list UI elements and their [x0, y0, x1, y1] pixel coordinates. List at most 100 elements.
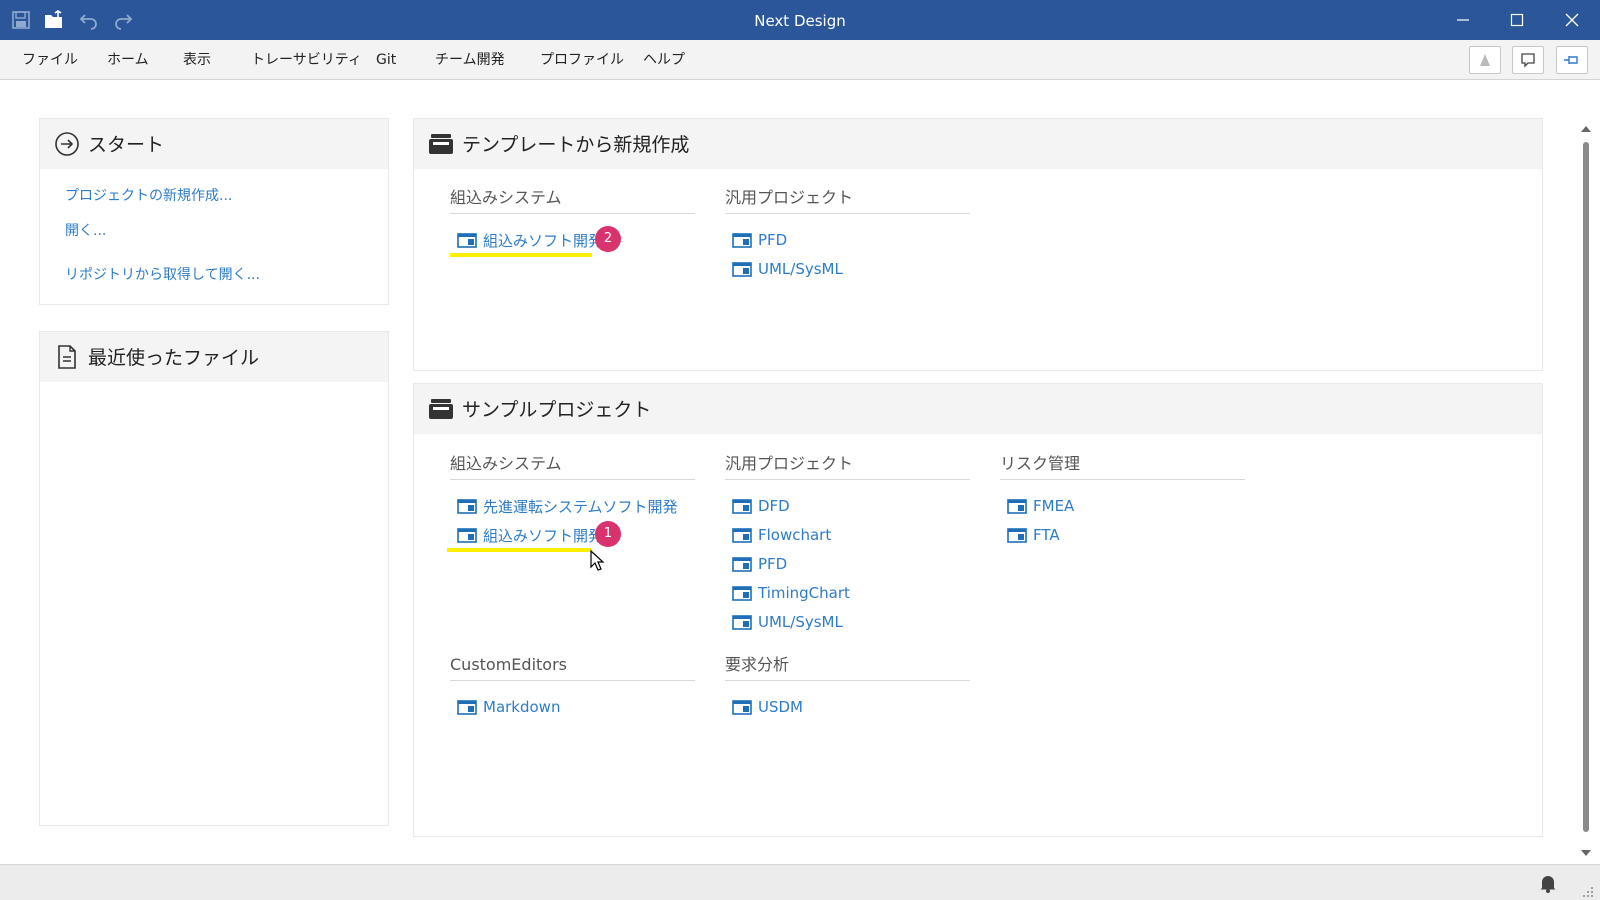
- document-icon: [54, 344, 80, 370]
- sample-usdm-label: USDM: [758, 698, 803, 716]
- sample-timingchart-link[interactable]: TimingChart: [732, 582, 850, 604]
- sample-fmea-label: FMEA: [1033, 497, 1075, 515]
- template-embedded-software-label: 組込みソフト開発: [483, 231, 604, 250]
- highlight-underline: [447, 548, 592, 552]
- highlight-underline: [450, 253, 592, 257]
- scroll-down-arrow-icon[interactable]: [1581, 850, 1591, 856]
- project-icon: [457, 498, 477, 514]
- menu-git[interactable]: Git: [376, 40, 396, 80]
- title-bar: Next Design: [0, 0, 1600, 40]
- open-from-repo-link[interactable]: リポジトリから取得して開く...: [65, 264, 260, 284]
- step-badge-1: 1: [595, 521, 621, 547]
- redo-icon[interactable]: [110, 8, 136, 32]
- template-panel-title: テンプレートから新規作成: [462, 134, 690, 156]
- new-project-icon: [732, 261, 752, 277]
- close-icon[interactable]: [1545, 0, 1599, 40]
- scroll-up-arrow-icon[interactable]: [1581, 126, 1591, 132]
- sample-pfd-label: PFD: [758, 555, 788, 573]
- template-pfd-link[interactable]: PFD: [732, 229, 787, 251]
- sample-adas-software-label: 先進運転システムソフト開発: [483, 497, 678, 516]
- sample-markdown-link[interactable]: Markdown: [457, 696, 560, 718]
- template-uml-sysml-link[interactable]: UML/SysML: [732, 258, 843, 280]
- undo-icon[interactable]: [76, 8, 102, 32]
- sample-fta-label: FTA: [1033, 526, 1060, 544]
- recent-files-panel: 最近使ったファイル: [39, 331, 389, 826]
- sample-embedded-software-label: 組込みソフト開発: [483, 526, 604, 545]
- template-pfd-label: PFD: [758, 231, 788, 249]
- vertical-scrollbar[interactable]: [1578, 122, 1594, 862]
- sample-fta-link[interactable]: FTA: [1007, 524, 1060, 546]
- menu-home[interactable]: ホーム: [107, 40, 149, 80]
- sample-embedded-software-link[interactable]: 組込みソフト開発: [457, 524, 603, 546]
- menu-bar: ファイル ホーム 表示 トレーサビリティ Git チーム開発 プロファイル ヘル…: [0, 40, 1600, 80]
- template-uml-sysml-label: UML/SysML: [758, 260, 843, 278]
- notification-bell-icon[interactable]: [1538, 873, 1558, 893]
- scrollbar-thumb[interactable]: [1583, 142, 1589, 832]
- start-panel: スタート プロジェクトの新規作成... 開く... リポジトリから取得して開く.…: [39, 118, 389, 305]
- sample-adas-software-link[interactable]: 先進運転システムソフト開発: [457, 495, 678, 517]
- minimize-icon[interactable]: [1436, 0, 1490, 40]
- recent-files-header: 最近使ったファイル: [40, 332, 388, 382]
- resize-grip-icon[interactable]: [1580, 883, 1594, 897]
- sample-uml-sysml-label: UML/SysML: [758, 613, 843, 631]
- template-panel-header: テンプレートから新規作成: [414, 119, 1542, 169]
- menu-view[interactable]: 表示: [183, 40, 211, 80]
- new-project-link[interactable]: プロジェクトの新規作成...: [65, 185, 232, 205]
- menu-team-dev[interactable]: チーム開発: [435, 40, 505, 80]
- archive-box-icon: [428, 131, 454, 157]
- sample-flowchart-label: Flowchart: [758, 526, 832, 544]
- sample-group-embedded-heading: 組込みシステム: [450, 450, 695, 480]
- recent-files-title: 最近使ったファイル: [88, 347, 260, 369]
- open-folder-icon[interactable]: [41, 8, 67, 32]
- sample-flowchart-link[interactable]: Flowchart: [732, 524, 831, 546]
- sample-dfd-link[interactable]: DFD: [732, 495, 790, 517]
- window-title: Next Design: [754, 12, 846, 30]
- new-project-icon: [732, 232, 752, 248]
- start-panel-header: スタート: [40, 119, 388, 169]
- project-icon: [732, 527, 752, 543]
- sample-group-risk-heading: リスク管理: [1000, 450, 1245, 480]
- sample-pfd-link[interactable]: PFD: [732, 553, 787, 575]
- project-icon: [732, 699, 752, 715]
- step-badge-2: 2: [595, 226, 621, 252]
- sample-group-general-heading: 汎用プロジェクト: [725, 450, 970, 480]
- sample-markdown-label: Markdown: [483, 698, 561, 716]
- new-project-icon: [457, 232, 477, 248]
- project-icon: [732, 585, 752, 601]
- template-group-general-heading: 汎用プロジェクト: [725, 184, 970, 214]
- sample-timingchart-label: TimingChart: [758, 584, 850, 602]
- project-icon: [732, 498, 752, 514]
- pin-icon[interactable]: [1556, 46, 1588, 74]
- sample-projects-header: サンプルプロジェクト: [414, 384, 1542, 434]
- project-icon: [732, 556, 752, 572]
- app-icon[interactable]: [1469, 46, 1501, 74]
- sample-projects-title: サンプルプロジェクト: [462, 399, 652, 421]
- project-icon: [457, 527, 477, 543]
- sample-group-requirements-heading: 要求分析: [725, 651, 970, 681]
- menu-traceability[interactable]: トレーサビリティ: [251, 40, 362, 80]
- template-embedded-software-link[interactable]: 組込みソフト開発: [457, 229, 603, 251]
- sample-group-customeditors-heading: CustomEditors: [450, 651, 695, 681]
- project-icon: [1007, 498, 1027, 514]
- save-icon[interactable]: [8, 8, 34, 32]
- project-icon: [732, 614, 752, 630]
- open-link[interactable]: 開く...: [65, 220, 106, 240]
- menu-file[interactable]: ファイル: [22, 40, 78, 80]
- sample-usdm-link[interactable]: USDM: [732, 696, 803, 718]
- template-group-embedded-heading: 組込みシステム: [450, 184, 695, 214]
- sample-dfd-label: DFD: [758, 497, 790, 515]
- status-bar: [0, 864, 1600, 900]
- start-panel-title: スタート: [88, 134, 165, 156]
- project-icon: [457, 699, 477, 715]
- menu-profile[interactable]: プロファイル: [540, 40, 624, 80]
- project-icon: [1007, 527, 1027, 543]
- archive-box-icon: [428, 396, 454, 422]
- menu-help[interactable]: ヘルプ: [643, 40, 685, 80]
- mouse-cursor-icon: [590, 549, 606, 572]
- maximize-icon[interactable]: [1490, 0, 1544, 40]
- arrow-right-circle-icon: [54, 131, 80, 157]
- sample-projects-panel: サンプルプロジェクト 組込みシステム 先進運転システムソフト開発 組込みソフト開…: [413, 383, 1543, 837]
- sample-uml-sysml-link[interactable]: UML/SysML: [732, 611, 843, 633]
- sample-fmea-link[interactable]: FMEA: [1007, 495, 1074, 517]
- feedback-icon[interactable]: [1512, 46, 1544, 74]
